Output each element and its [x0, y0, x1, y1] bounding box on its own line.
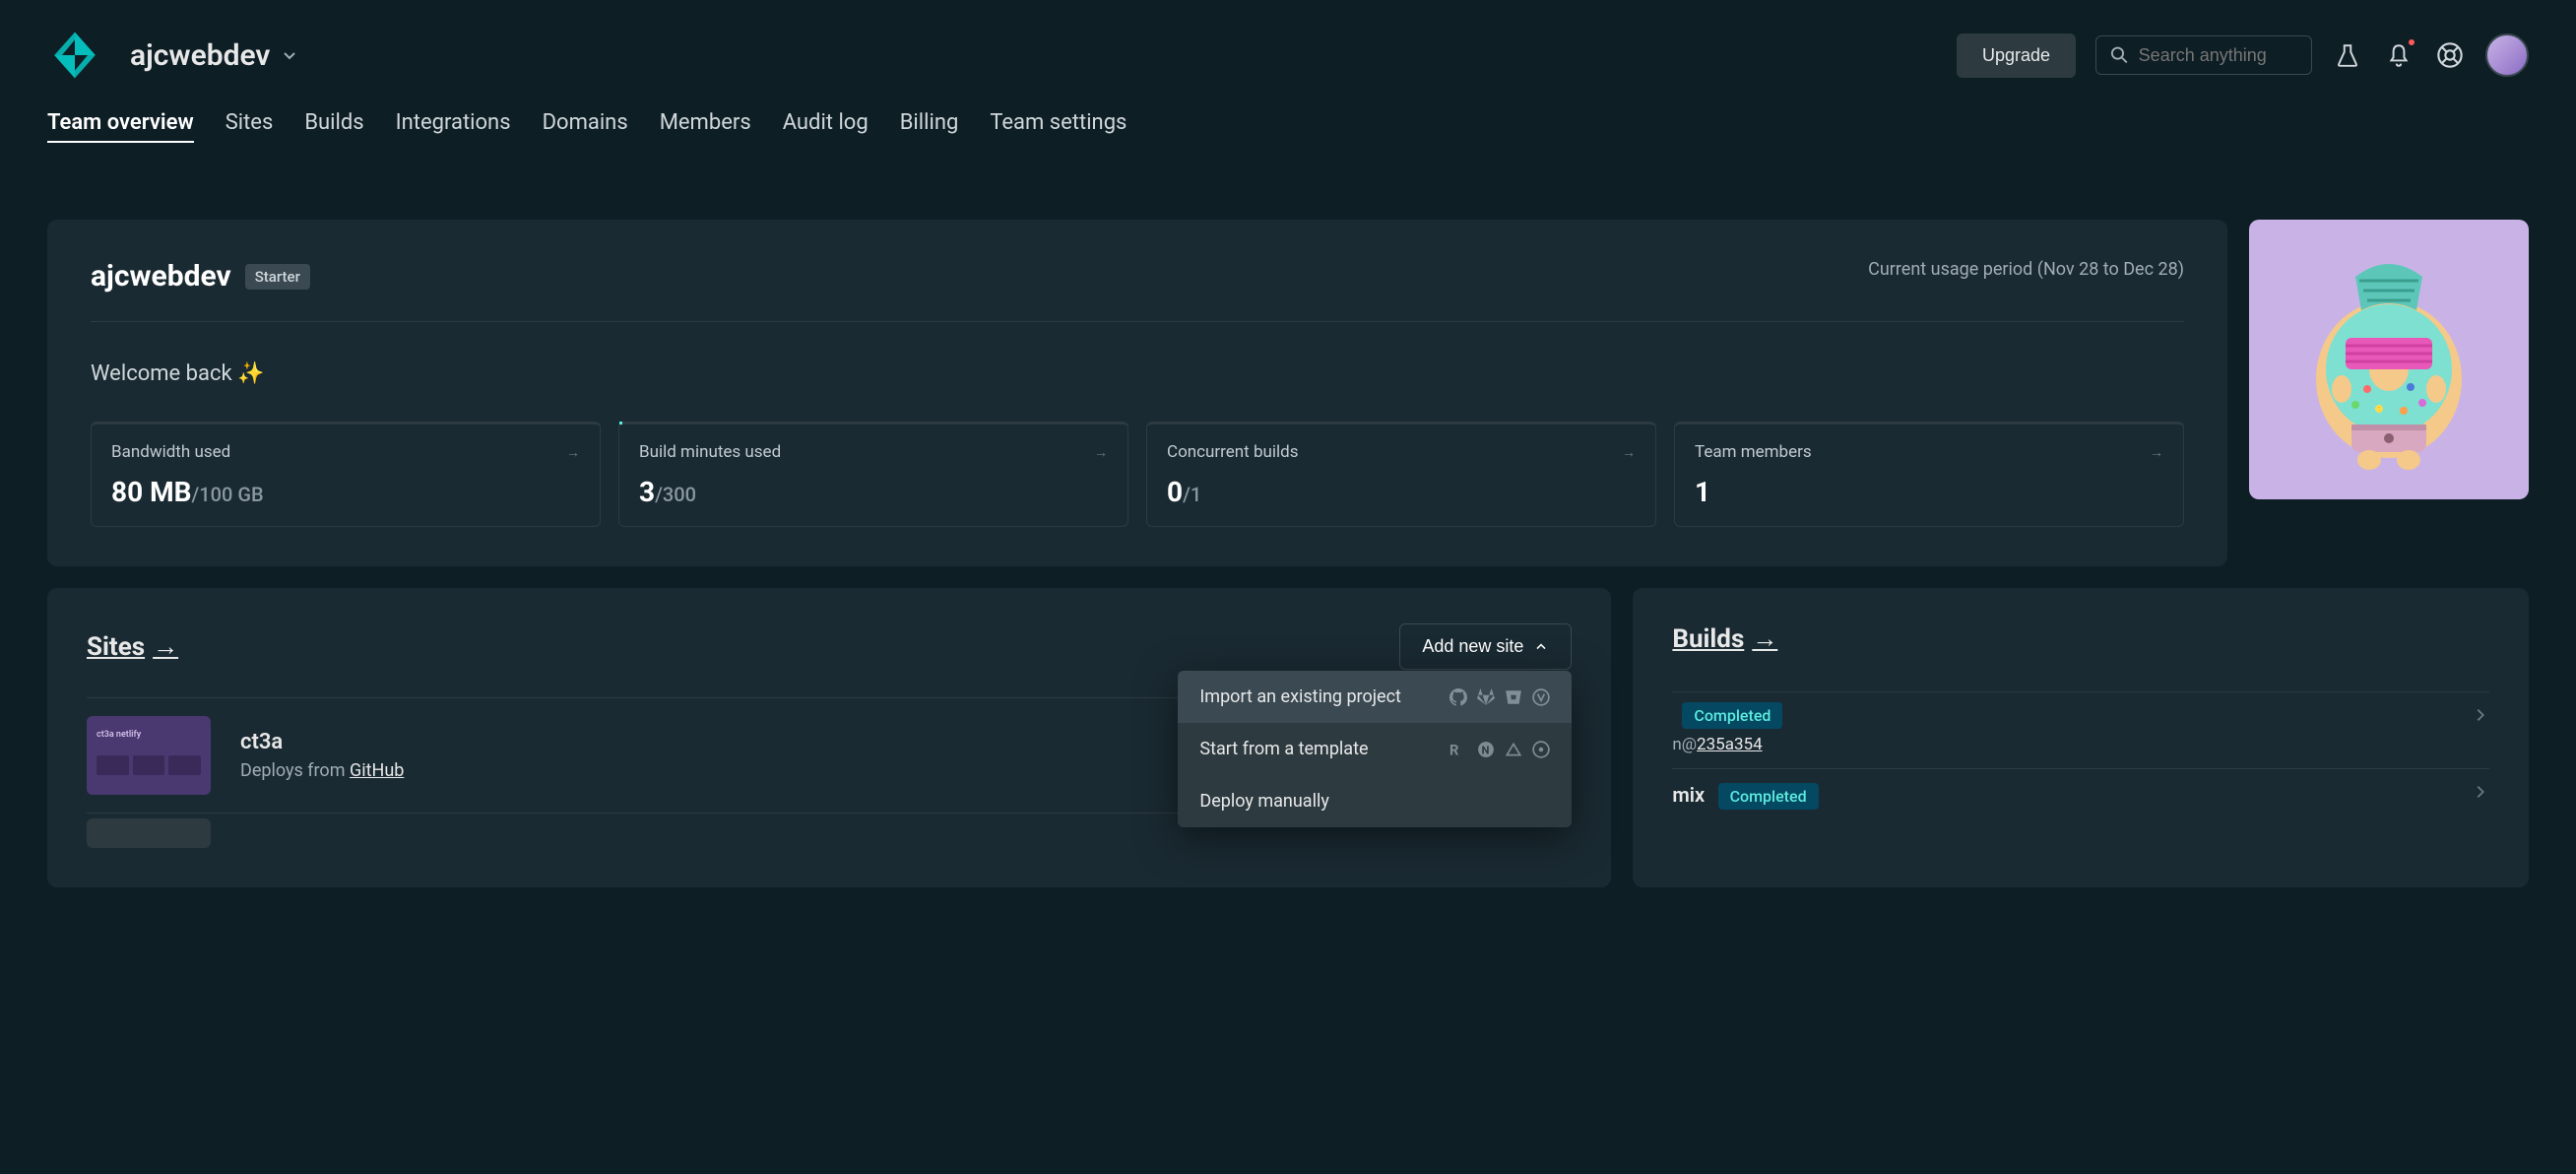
- tab-team-settings[interactable]: Team settings: [990, 110, 1127, 143]
- chevron-right-icon: [2472, 783, 2489, 801]
- labs-button[interactable]: [2332, 39, 2363, 71]
- tab-sites[interactable]: Sites: [225, 110, 274, 143]
- usage-period: Current usage period (Nov 28 to Dec 28): [1868, 259, 2184, 280]
- metric-value: 80 MB: [111, 476, 191, 508]
- arrow-right-icon: →: [1752, 623, 1777, 654]
- dropdown-import-label: Import an existing project: [1199, 686, 1401, 707]
- tab-audit-log[interactable]: Audit log: [783, 110, 869, 143]
- help-button[interactable]: [2434, 39, 2466, 71]
- bitbucket-icon: [1505, 688, 1522, 706]
- arrow-right-icon: →: [1622, 444, 1636, 461]
- add-site-label: Add new site: [1422, 636, 1523, 657]
- gitlab-icon: [1477, 688, 1495, 706]
- dropdown-import-project[interactable]: Import an existing project: [1178, 671, 1572, 723]
- metric-value: 1: [1695, 476, 1710, 508]
- metric-concurrent-builds[interactable]: Concurrent builds → 0/1: [1146, 422, 1656, 527]
- dropdown-manual-label: Deploy manually: [1199, 791, 1328, 812]
- thumb-title: ct3a netlify: [97, 730, 201, 740]
- build-row[interactable]: mix Completed: [1672, 768, 2489, 820]
- github-link[interactable]: GitHub: [350, 760, 404, 781]
- metric-limit: /100 GB: [191, 483, 263, 506]
- team-selector[interactable]: ajcwebdev: [130, 38, 299, 73]
- branch-prefix: n@: [1672, 735, 1697, 754]
- nuxt-icon: [1505, 741, 1522, 758]
- notifications-button[interactable]: [2383, 39, 2415, 71]
- svg-text:N: N: [1482, 744, 1490, 756]
- plan-badge: Starter: [245, 264, 310, 290]
- chevron-up-icon: [1533, 639, 1549, 655]
- dropdown-start-template[interactable]: Start from a template R N: [1178, 723, 1572, 775]
- site-name: ct3a: [240, 730, 404, 754]
- site-thumbnail: [87, 818, 211, 848]
- search-icon: [2110, 44, 2129, 66]
- status-badge: Completed: [1718, 783, 1819, 810]
- metric-team-members[interactable]: Team members → 1: [1674, 422, 2184, 527]
- metric-bandwidth[interactable]: Bandwidth used → 80 MB/100 GB: [91, 422, 601, 527]
- flask-icon: [2335, 42, 2360, 68]
- tab-domains[interactable]: Domains: [543, 110, 628, 143]
- builds-heading-link[interactable]: Builds →: [1672, 623, 1777, 654]
- nav-tabs: Team overview Sites Builds Integrations …: [47, 110, 2529, 161]
- build-name-suffix: mix: [1672, 783, 1705, 807]
- overview-card: ajcwebdev Starter Current usage period (…: [47, 220, 2227, 566]
- metric-label: Build minutes used: [639, 442, 781, 462]
- search-input[interactable]: [2139, 45, 2297, 66]
- dropdown-deploy-manually[interactable]: Deploy manually: [1178, 775, 1572, 827]
- commit-link[interactable]: 235a354: [1697, 735, 1763, 754]
- svg-text:R: R: [1449, 741, 1459, 757]
- tab-members[interactable]: Members: [660, 110, 751, 143]
- search-box[interactable]: [2095, 35, 2312, 75]
- metric-limit: /300: [655, 483, 696, 506]
- dropdown-template-label: Start from a template: [1199, 739, 1368, 759]
- gatsby-icon: [1532, 741, 1550, 758]
- metric-label: Bandwidth used: [111, 442, 230, 462]
- metric-label: Concurrent builds: [1167, 442, 1299, 462]
- builds-heading-label: Builds: [1672, 624, 1744, 654]
- tab-team-overview[interactable]: Team overview: [47, 110, 194, 143]
- notification-badge: [2407, 37, 2416, 47]
- site-thumbnail: ct3a netlify: [87, 716, 211, 795]
- tab-billing[interactable]: Billing: [900, 110, 959, 143]
- user-avatar[interactable]: [2485, 33, 2529, 77]
- site-deploys-from: Deploys from GitHub: [240, 760, 404, 781]
- remix-icon: R: [1449, 741, 1467, 758]
- chevron-down-icon: [280, 45, 299, 65]
- azure-icon: [1532, 688, 1550, 706]
- welcome-text: Welcome back ✨: [91, 361, 2184, 386]
- sites-panel: Sites → Add new site Import an existing …: [47, 588, 1611, 887]
- arrow-right-icon: →: [566, 444, 580, 461]
- add-site-dropdown: Import an existing project Start from a …: [1178, 671, 1572, 827]
- arrow-right-icon: →: [1094, 444, 1108, 461]
- team-avatar-card[interactable]: [2249, 220, 2529, 499]
- sites-heading-link[interactable]: Sites →: [87, 631, 178, 662]
- metric-value: 3: [639, 476, 655, 508]
- build-row[interactable]: Completed n@235a354: [1672, 691, 2489, 768]
- metric-label: Team members: [1695, 442, 1812, 462]
- status-badge: Completed: [1682, 702, 1782, 729]
- team-name: ajcwebdev: [91, 259, 231, 294]
- nextjs-icon: N: [1477, 741, 1495, 758]
- metric-value: 0: [1167, 476, 1183, 508]
- github-icon: [1449, 688, 1467, 706]
- arrow-right-icon: →: [153, 631, 178, 662]
- chevron-right-icon: [2472, 706, 2489, 724]
- add-new-site-button[interactable]: Add new site: [1399, 623, 1572, 670]
- metric-build-minutes[interactable]: Build minutes used → 3/300: [618, 422, 1128, 527]
- sites-heading-label: Sites: [87, 632, 145, 662]
- builds-panel: Builds → Completed n@235a354: [1633, 588, 2529, 887]
- netlify-logo[interactable]: [47, 28, 102, 83]
- lifebuoy-icon: [2436, 41, 2464, 69]
- metric-limit: /1: [1183, 483, 1201, 506]
- tab-builds[interactable]: Builds: [304, 110, 363, 143]
- tab-integrations[interactable]: Integrations: [396, 110, 511, 143]
- donut-avatar-icon: [2290, 241, 2487, 478]
- upgrade-button[interactable]: Upgrade: [1957, 33, 2076, 78]
- arrow-right-icon: →: [2150, 444, 2163, 461]
- team-selector-label: ajcwebdev: [130, 38, 270, 73]
